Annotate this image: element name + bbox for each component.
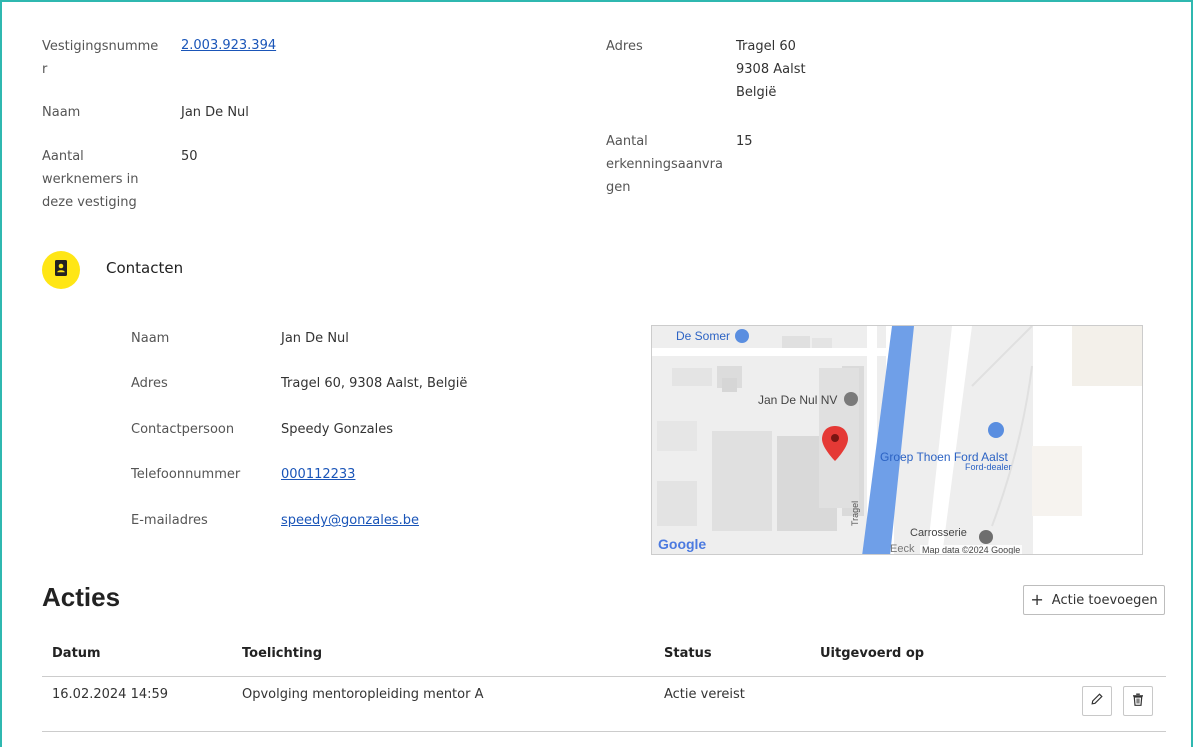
contact-row-telefoon: Telefoonnummer 000112233	[131, 463, 581, 485]
pencil-icon	[1091, 693, 1103, 709]
contact-row-adres: Adres Tragel 60, 9308 Aalst, België	[131, 372, 581, 394]
vestigingsnummer-link[interactable]: 2.003.923.394	[181, 38, 276, 53]
contacten-badge	[42, 251, 80, 289]
map-street-tragel: Tragel	[850, 500, 860, 526]
map-label-de-somer: De Somer	[676, 329, 731, 343]
map-label-ford-dealer: Ford-dealer	[965, 462, 1012, 472]
column-header-uitgevoerd-op[interactable]: Uitgevoerd op	[820, 646, 924, 661]
label-line: Aantal	[42, 149, 84, 164]
werknemers-value: 50	[181, 149, 198, 164]
naam-label: Naam	[42, 105, 81, 120]
email-link[interactable]: speedy@gonzales.be	[281, 509, 419, 532]
adres-label: Adres	[606, 39, 643, 54]
acties-title: Acties	[42, 582, 121, 612]
contact-row-naam: Naam Jan De Nul	[131, 327, 581, 349]
telefoon-link[interactable]: 000112233	[281, 463, 355, 486]
label-line: r	[42, 62, 48, 77]
trash-icon	[1132, 693, 1144, 710]
map-attribution: Map data ©2024 Google	[920, 545, 1023, 555]
cell-datum: 16.02.2024 14:59	[52, 687, 169, 702]
erkenning-label: Aantal erkenningsaanvra gen	[606, 130, 723, 199]
map-label-carrosserie: Carrosserie	[910, 527, 967, 539]
contact-label: Adres	[131, 376, 168, 391]
adres-line: België	[736, 85, 777, 100]
contact-value: Jan De Nul	[281, 331, 349, 346]
contact-label: Contactpersoon	[131, 422, 235, 437]
contact-label: E-mailadres	[131, 513, 208, 528]
contact-row-email: E-mailadres speedy@gonzales.be	[131, 509, 581, 531]
google-logo: Google	[658, 536, 707, 552]
add-actie-label: Actie toevoegen	[1051, 592, 1158, 608]
table-divider	[42, 676, 1166, 677]
column-header-datum[interactable]: Datum	[52, 646, 101, 661]
contact-label: Telefoonnummer	[131, 467, 241, 482]
add-actie-button[interactable]: + Actie toevoegen	[1023, 585, 1165, 615]
map-canvas	[652, 326, 1142, 554]
label-line: Vestigingsnumme	[42, 39, 159, 54]
contact-value: Speedy Gonzales	[281, 422, 394, 437]
edit-button[interactable]	[1082, 686, 1112, 716]
vestigingsnummer-label: Vestigingsnumme r	[42, 35, 158, 81]
location-map[interactable]: De Somer Jan De Nul NV Groep Thoen Ford …	[651, 325, 1143, 555]
contact-label: Naam	[131, 331, 170, 346]
label-line: deze vestiging	[42, 195, 137, 210]
erkenning-value: 15	[736, 134, 753, 149]
werknemers-label: Aantal werknemers in deze vestiging	[42, 145, 139, 214]
map-label-jan-de-nul: Jan De Nul NV	[758, 393, 838, 407]
contact-book-icon	[54, 260, 68, 280]
column-header-status[interactable]: Status	[664, 646, 712, 661]
contact-value: Tragel 60, 9308 Aalst, België	[281, 376, 468, 391]
label-line: erkenningsaanvra	[606, 157, 723, 172]
adres-value: Tragel 60 9308 Aalst België	[736, 35, 806, 104]
contact-row-contactpersoon: Contactpersoon Speedy Gonzales	[131, 418, 581, 440]
label-line: Aantal	[606, 134, 648, 149]
cell-status: Actie vereist	[664, 687, 745, 702]
plus-icon: +	[1030, 590, 1044, 609]
naam-value: Jan De Nul	[181, 105, 249, 120]
delete-button[interactable]	[1123, 686, 1153, 716]
adres-line: Tragel 60	[736, 39, 796, 54]
map-label-eeck: Eeck	[890, 543, 915, 555]
cell-toelichting: Opvolging mentoropleiding mentor A	[242, 687, 484, 702]
table-bottom-divider	[42, 731, 1166, 732]
label-line: gen	[606, 180, 631, 195]
column-header-toelichting[interactable]: Toelichting	[242, 646, 322, 661]
contacten-title: Contacten	[106, 259, 184, 277]
adres-line: 9308 Aalst	[736, 62, 806, 77]
label-line: werknemers in	[42, 172, 139, 187]
